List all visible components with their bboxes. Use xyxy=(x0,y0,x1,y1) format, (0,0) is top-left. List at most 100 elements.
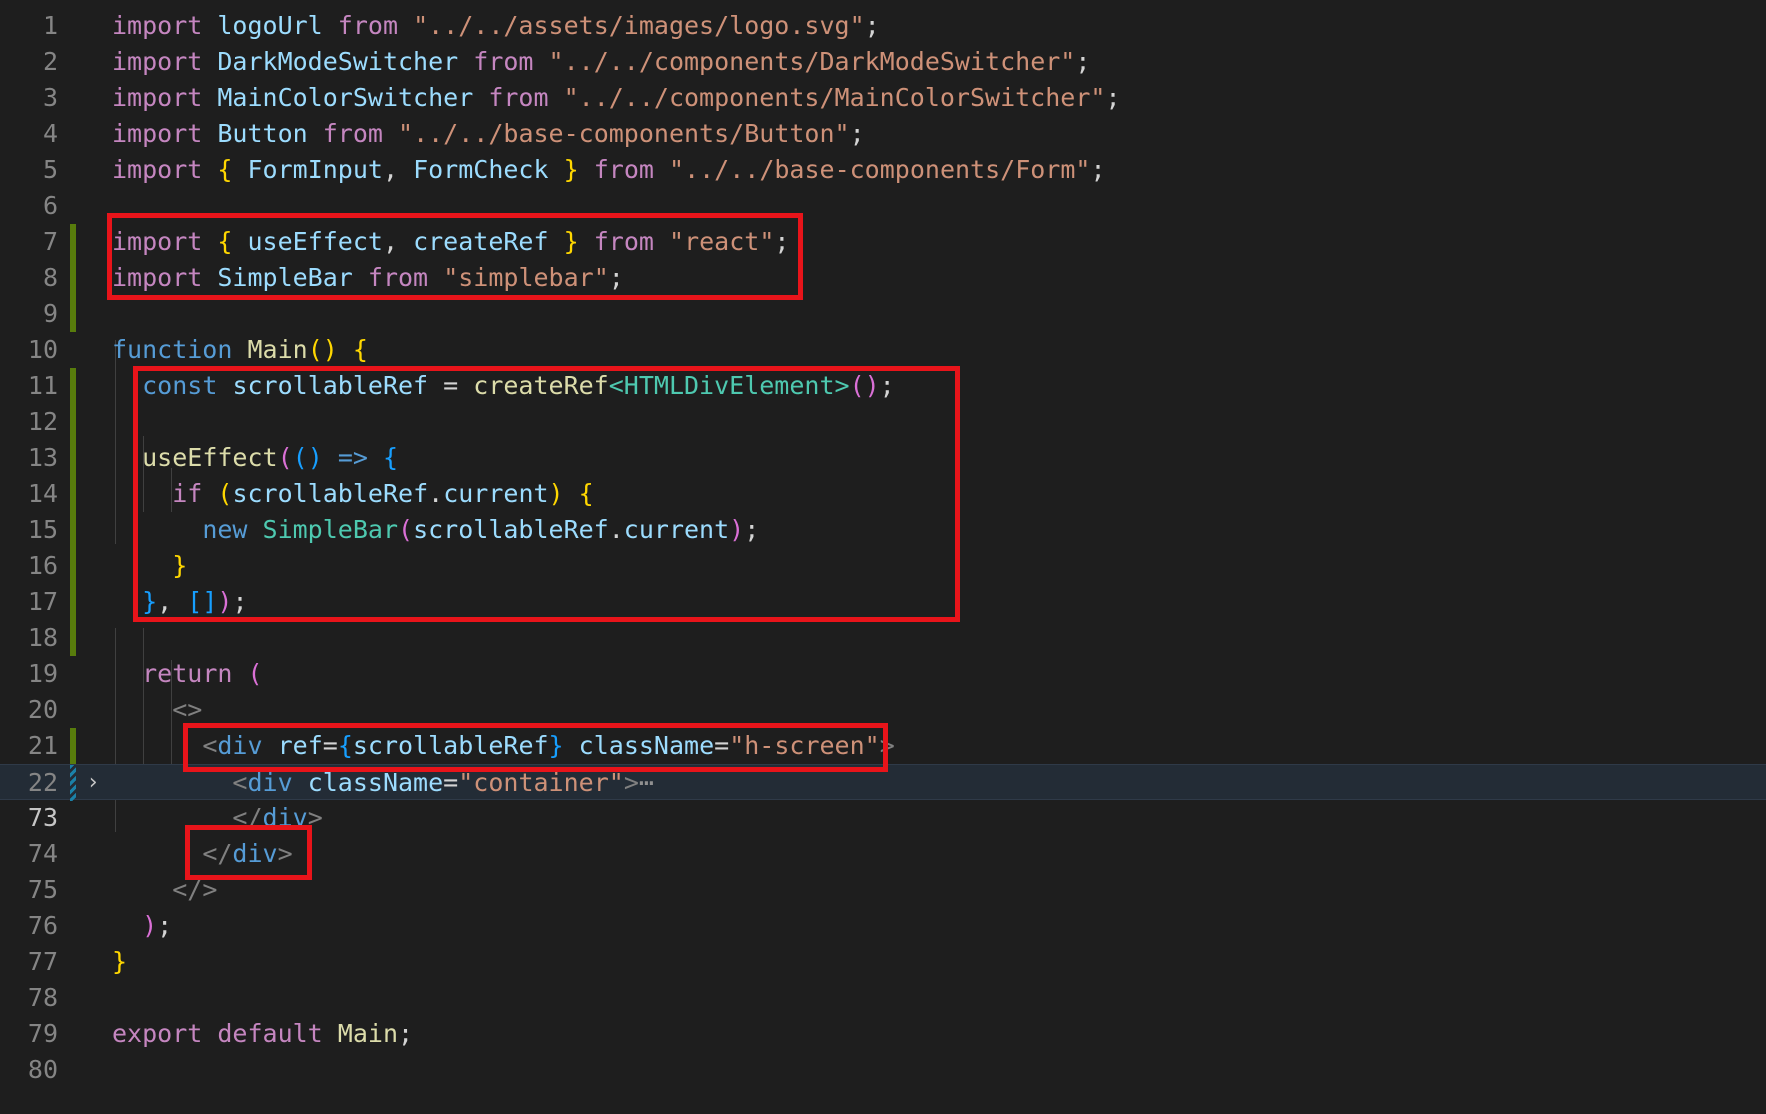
code-token: div xyxy=(247,768,293,797)
code-line-4[interactable]: 4 import Button from "../../base-componen… xyxy=(0,116,1766,152)
line-number: 80 xyxy=(27,1055,58,1084)
code-line-79[interactable]: 79 export default Main; xyxy=(0,1016,1766,1052)
code-line-3[interactable]: 3 import MainColorSwitcher from "../../co… xyxy=(0,80,1766,116)
highlight-box-imports xyxy=(107,213,803,300)
code-token: import xyxy=(112,47,203,76)
line-number: 2 xyxy=(42,47,58,76)
code-text: return ( xyxy=(112,656,262,692)
line-number: 9 xyxy=(42,299,58,328)
code-line-2[interactable]: 2 import DarkModeSwitcher from "../../com… xyxy=(0,44,1766,80)
code-token: from xyxy=(593,155,654,184)
code-token: default xyxy=(217,1019,323,1048)
folded-region-marker xyxy=(70,765,76,801)
code-token: Main xyxy=(337,1019,399,1048)
line-number: 20 xyxy=(27,695,58,724)
code-line-19[interactable]: 19 return ( xyxy=(0,656,1766,692)
code-line-9[interactable]: 9 xyxy=(0,296,1766,332)
modified-line-marker xyxy=(70,296,76,332)
code-line-5[interactable]: 5 import { FormInput, FormCheck } from ".… xyxy=(0,152,1766,188)
code-token: className xyxy=(307,768,444,797)
code-line-78[interactable]: 78 xyxy=(0,980,1766,1016)
code-line-76[interactable]: 76 ); xyxy=(0,908,1766,944)
code-token: logoUrl xyxy=(217,11,323,40)
code-token: ; xyxy=(1075,47,1091,76)
code-text: import logoUrl from "../../assets/images… xyxy=(112,8,880,44)
code-line-18[interactable]: 18 xyxy=(0,620,1766,656)
code-token: ; xyxy=(1105,83,1121,112)
code-token: from xyxy=(337,11,399,40)
code-token: "../../base-components/Button" xyxy=(398,119,850,148)
code-token: DarkModeSwitcher xyxy=(217,47,459,76)
code-token: return xyxy=(142,659,233,688)
code-line-77[interactable]: 77} xyxy=(0,944,1766,980)
line-number: 21 xyxy=(27,731,58,760)
code-token: Button xyxy=(217,119,308,148)
code-text: } xyxy=(112,944,127,980)
code-line-80[interactable]: 80 xyxy=(0,1052,1766,1088)
line-number: 75 xyxy=(27,875,58,904)
highlight-box-closing-div xyxy=(185,825,312,880)
code-token: FormCheck xyxy=(413,155,549,184)
code-line-1[interactable]: 1 import logoUrl from "../../assets/image… xyxy=(0,8,1766,44)
code-text: import MainColorSwitcher from "../../com… xyxy=(112,80,1121,116)
line-number: 19 xyxy=(27,659,58,688)
line-number: 12 xyxy=(27,407,58,436)
code-token: } xyxy=(112,947,128,976)
code-token: ; xyxy=(398,1019,414,1048)
modified-line-marker xyxy=(70,728,76,764)
code-token: { xyxy=(217,155,233,184)
code-token: MainColorSwitcher xyxy=(217,83,474,112)
modified-line-marker xyxy=(70,404,76,440)
code-token: "../../components/DarkModeSwitcher" xyxy=(548,47,1076,76)
chevron-right-icon[interactable]: › xyxy=(82,765,104,801)
code-token: export xyxy=(112,1019,203,1048)
code-token: function xyxy=(112,335,233,364)
modified-line-marker xyxy=(70,584,76,620)
line-number: 78 xyxy=(27,983,58,1012)
line-number: 18 xyxy=(27,623,58,652)
code-token: = xyxy=(443,768,459,797)
line-number: 17 xyxy=(27,587,58,616)
line-number: 11 xyxy=(27,371,58,400)
modified-line-marker xyxy=(70,548,76,584)
code-token: ; xyxy=(1090,155,1106,184)
code-text: import DarkModeSwitcher from "../../comp… xyxy=(112,44,1090,80)
line-number: 76 xyxy=(27,911,58,940)
code-token: ⋯ xyxy=(638,768,654,797)
code-text: import Button from "../../base-component… xyxy=(112,116,865,152)
code-token: from xyxy=(488,83,549,112)
line-number: 77 xyxy=(27,947,58,976)
modified-line-marker xyxy=(70,512,76,548)
code-token: , xyxy=(382,155,414,184)
code-text: function Main() { xyxy=(112,332,368,368)
code-editor[interactable]: 1 import logoUrl from "../../assets/image… xyxy=(0,0,1766,1114)
code-line-10[interactable]: 10 function Main() { xyxy=(0,332,1766,368)
code-token: import xyxy=(112,11,203,40)
code-token: from xyxy=(322,119,383,148)
line-number: 8 xyxy=(42,263,58,292)
code-token: { xyxy=(352,335,368,364)
code-token: < xyxy=(232,768,248,797)
line-number: 7 xyxy=(42,227,58,256)
